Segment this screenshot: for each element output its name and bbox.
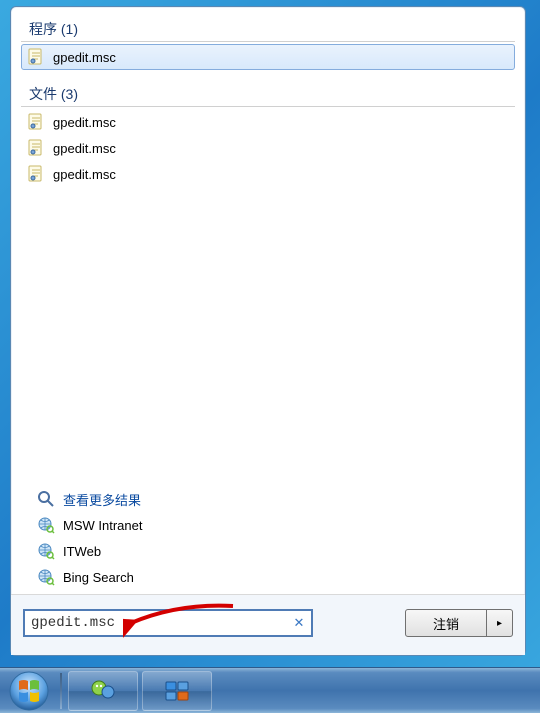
result-label: gpedit.msc xyxy=(53,115,116,130)
result-program-0[interactable]: gpedit.msc xyxy=(21,44,515,70)
link-label: Bing Search xyxy=(63,570,134,585)
web-search-icon xyxy=(37,542,55,560)
web-search-icon xyxy=(37,516,55,534)
magnifier-icon xyxy=(37,490,55,508)
link-label: MSW Intranet xyxy=(63,518,142,533)
msc-file-icon xyxy=(27,165,45,183)
section-header-files: 文件 (3) xyxy=(21,80,515,107)
clear-search-icon[interactable]: ✕ xyxy=(291,615,307,631)
link-label: 查看更多结果 xyxy=(63,490,141,509)
search-input[interactable] xyxy=(31,615,291,631)
taskbar-divider xyxy=(60,673,62,709)
result-file-2[interactable]: gpedit.msc xyxy=(21,161,515,187)
taskbar xyxy=(0,667,540,713)
msc-file-icon xyxy=(27,48,45,66)
search-msw-intranet[interactable]: MSW Intranet xyxy=(31,512,505,538)
msc-file-icon xyxy=(27,113,45,131)
result-label: gpedit.msc xyxy=(53,50,116,65)
result-label: gpedit.msc xyxy=(53,141,116,156)
result-file-1[interactable]: gpedit.msc xyxy=(21,135,515,161)
shutdown-button-group: 注销 ▸ xyxy=(405,609,513,637)
web-search-icon xyxy=(37,568,55,586)
search-bing[interactable]: Bing Search xyxy=(31,564,505,590)
logoff-label: 注销 xyxy=(433,614,459,633)
logoff-button[interactable]: 注销 xyxy=(405,609,487,637)
start-menu-search-panel: 程序 (1) gpedit.msc 文件 (3) gpedit.msc gped… xyxy=(10,6,526,656)
start-button[interactable] xyxy=(4,670,54,712)
taskbar-app-switcher[interactable] xyxy=(142,671,212,711)
result-file-0[interactable]: gpedit.msc xyxy=(21,109,515,135)
search-itweb[interactable]: ITWeb xyxy=(31,538,505,564)
search-bar-row: ✕ 注销 ▸ xyxy=(11,594,525,655)
bottom-links: 查看更多结果 MSW Intranet ITWeb Bing Search xyxy=(21,486,515,594)
search-box[interactable]: ✕ xyxy=(23,609,313,637)
shutdown-options-arrow[interactable]: ▸ xyxy=(487,609,513,637)
msc-file-icon xyxy=(27,139,45,157)
taskbar-app-messenger[interactable] xyxy=(68,671,138,711)
see-more-results[interactable]: 查看更多结果 xyxy=(31,486,505,512)
section-header-programs: 程序 (1) xyxy=(21,15,515,42)
search-results: 程序 (1) gpedit.msc 文件 (3) gpedit.msc gped… xyxy=(11,15,525,594)
link-label: ITWeb xyxy=(63,544,101,559)
chevron-right-icon: ▸ xyxy=(497,618,502,629)
result-label: gpedit.msc xyxy=(53,167,116,182)
